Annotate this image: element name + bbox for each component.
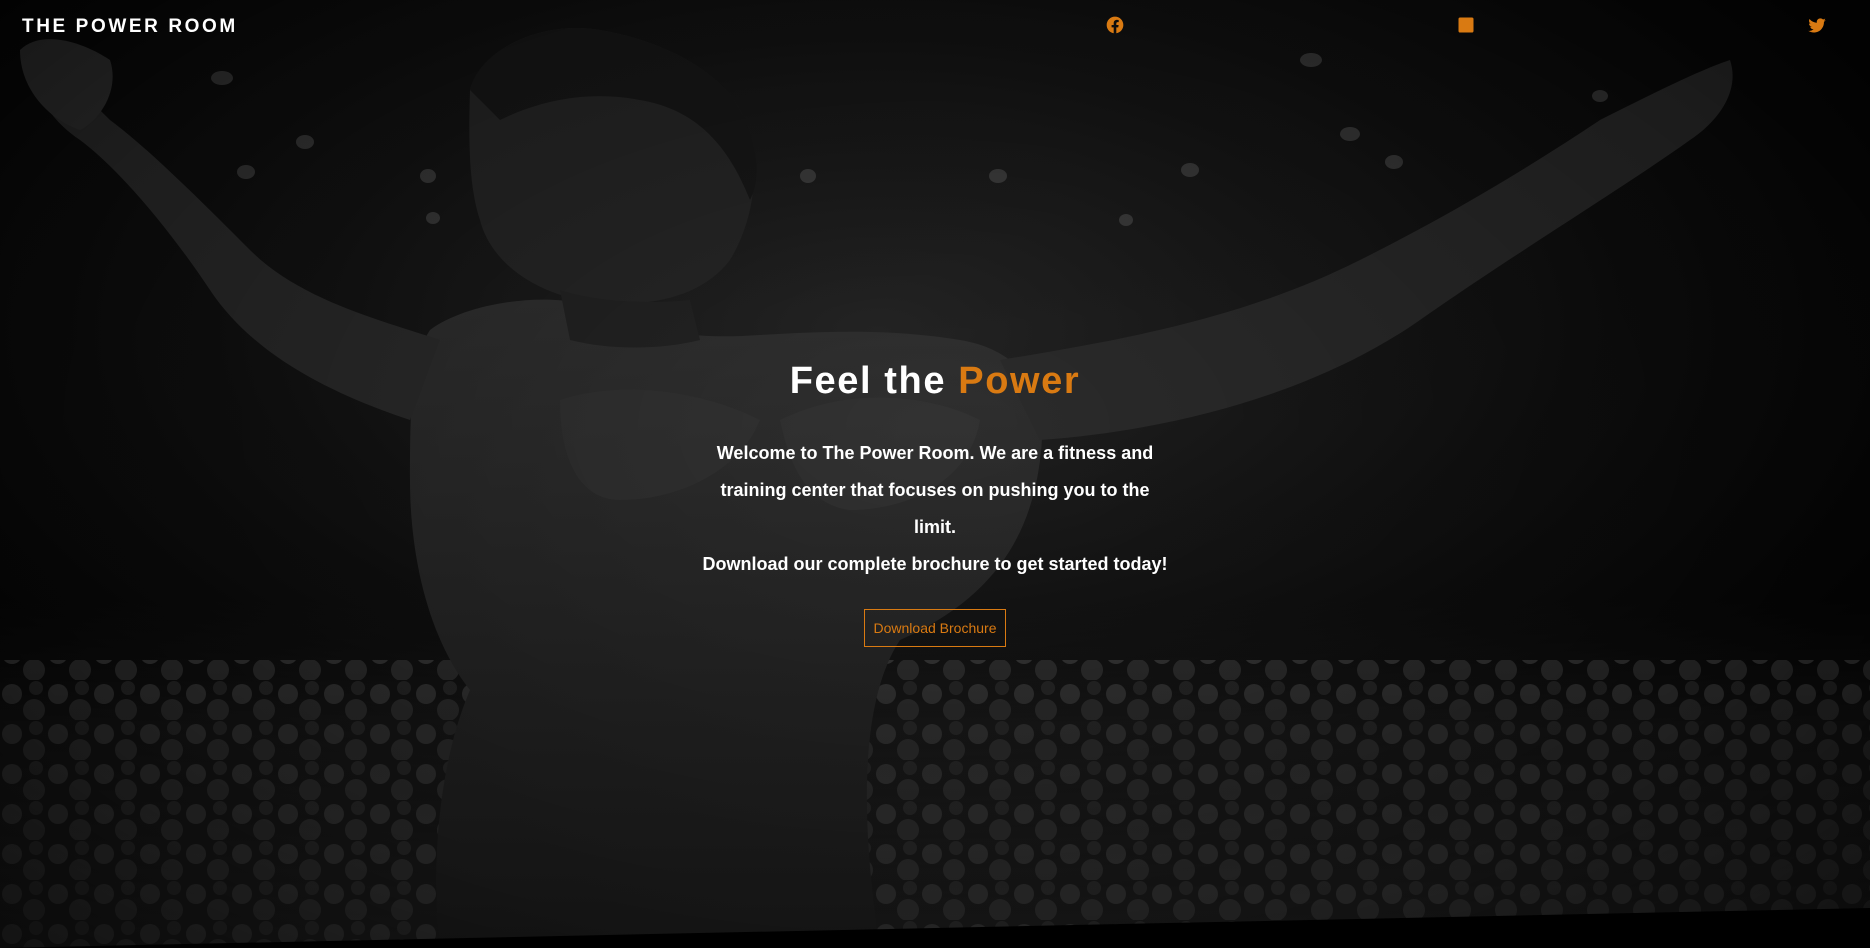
hero-title: Feel the Power [0,355,1870,407]
section-divider [0,908,1870,948]
hero-description-line: Welcome to The Power Room. We are a fitn… [716,443,1154,463]
linkedin-link[interactable] [1455,14,1477,36]
brand-logo[interactable]: THE POWER ROOM [22,16,238,38]
hero-description-line: training center that focuses on pushing … [720,480,1150,537]
facebook-icon [1106,16,1124,34]
download-brochure-button[interactable]: Download Brochure [863,609,1007,647]
linkedin-icon [1458,17,1474,33]
facebook-link[interactable] [1104,14,1126,36]
hero-title-accent: Power [958,360,1081,402]
top-navigation: THE POWER ROOM [0,0,1870,56]
twitter-link[interactable] [1806,14,1828,36]
hero-description: Welcome to The Power Room. We are a fitn… [700,435,1170,583]
hero-section: Feel the Power Welcome to The Power Room… [0,355,1870,647]
twitter-icon [1808,18,1826,33]
page: THE POWER ROOM Feel the Power Welcome to… [0,0,1870,948]
hero-title-prefix: Feel the [789,360,959,402]
hero-description-line: Download our complete brochure to get st… [702,554,1168,574]
